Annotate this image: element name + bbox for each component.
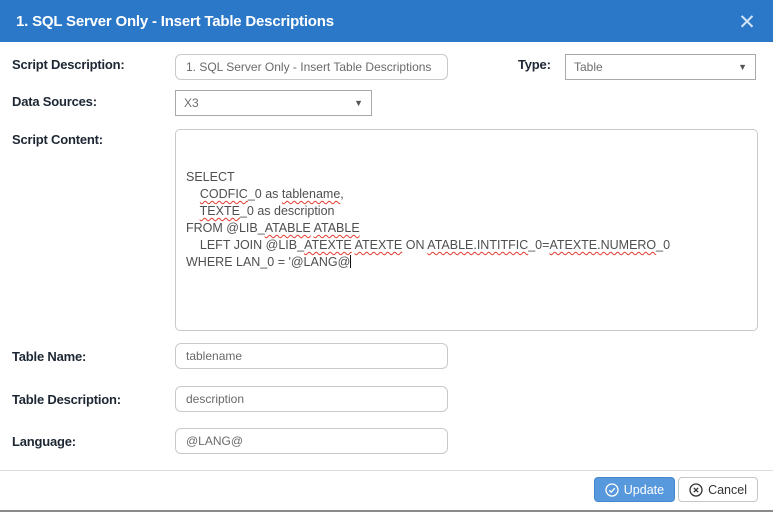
script-description-input[interactable]: [175, 54, 448, 80]
data-sources-label: Data Sources:: [12, 94, 97, 109]
x-circle-icon: [689, 483, 703, 497]
footer-buttons: Update Cancel: [594, 477, 758, 502]
update-button[interactable]: Update: [594, 477, 675, 502]
script-content-text: SELECT CODFIC_0 as tablename, TEXTE_0 as…: [186, 169, 747, 271]
chevron-down-icon: ▼: [354, 99, 363, 108]
script-content-textarea[interactable]: SELECT CODFIC_0 as tablename, TEXTE_0 as…: [175, 129, 758, 331]
cancel-button[interactable]: Cancel: [678, 477, 758, 502]
chevron-down-icon: ▼: [738, 63, 747, 72]
dialog-header: 1. SQL Server Only - Insert Table Descri…: [0, 0, 773, 42]
language-input[interactable]: [175, 428, 448, 454]
table-description-label: Table Description:: [12, 392, 121, 407]
type-label: Type:: [518, 57, 551, 72]
footer-divider: [0, 470, 773, 471]
update-button-label: Update: [624, 483, 664, 497]
language-label: Language:: [12, 434, 76, 449]
bottom-bar: [0, 510, 773, 512]
data-sources-select[interactable]: X3 ▼: [175, 90, 372, 116]
data-sources-select-value: X3: [184, 96, 199, 110]
table-name-label: Table Name:: [12, 349, 86, 364]
dialog-title: 1. SQL Server Only - Insert Table Descri…: [16, 13, 334, 30]
script-content-label: Script Content:: [12, 132, 103, 147]
table-description-input[interactable]: [175, 386, 448, 412]
type-select-value: Table: [574, 60, 603, 74]
resize-handle-icon[interactable]: [743, 316, 755, 328]
edit-script-dialog: 1. SQL Server Only - Insert Table Descri…: [0, 0, 773, 514]
table-name-input[interactable]: [175, 343, 448, 369]
cancel-button-label: Cancel: [708, 483, 747, 497]
close-icon[interactable]: ✕: [733, 8, 761, 36]
type-select[interactable]: Table ▼: [565, 54, 756, 80]
check-circle-icon: [605, 483, 619, 497]
script-description-label: Script Description:: [12, 57, 125, 72]
